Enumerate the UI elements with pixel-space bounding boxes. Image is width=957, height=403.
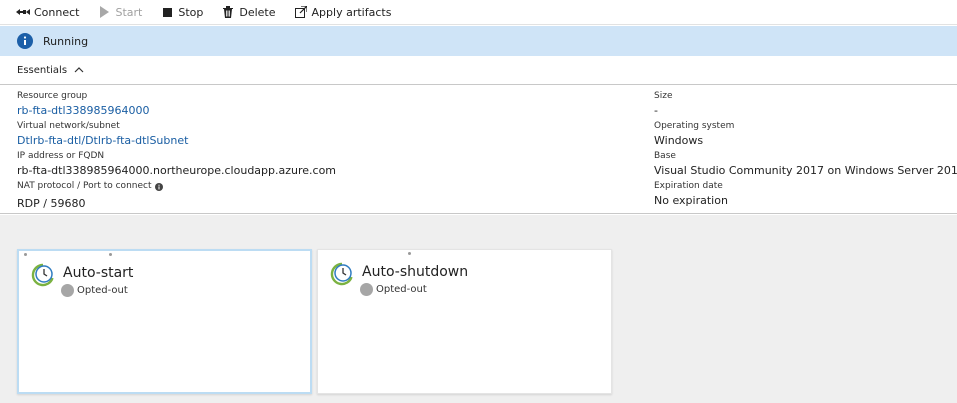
connect-icon	[16, 5, 30, 19]
trash-icon	[221, 5, 235, 19]
play-icon	[97, 5, 111, 19]
stop-icon	[160, 5, 174, 19]
field-key: Virtual network/subnet	[17, 121, 120, 131]
connect-button[interactable]: Connect	[16, 5, 79, 19]
status-text: Running	[43, 34, 89, 48]
base-field: Base Visual Studio Community 2017 on Win…	[654, 150, 957, 180]
nat-protocol-value: RDP / 59680	[17, 197, 86, 210]
expiration-value: No expiration	[654, 194, 728, 207]
status-dot-icon	[360, 283, 373, 296]
field-key: NAT protocol / Port to connect	[17, 180, 336, 193]
status-banner: Running	[0, 26, 957, 56]
resource-group-field: Resource group rb-fta-dtl338985964000	[17, 90, 336, 120]
tiles-area: Auto-start Opted-out Auto-shutdown Opted…	[0, 215, 957, 403]
tile-state: Opted-out	[61, 284, 128, 297]
tile-title: Auto-shutdown	[362, 264, 469, 280]
nat-protocol-field: NAT protocol / Port to connect RDP / 596…	[17, 180, 336, 210]
ip-address-field: IP address or FQDN rb-fta-dtl33898596400…	[17, 150, 336, 180]
virtual-network-field: Virtual network/subnet Dtlrb-fta-dtl/Dtl…	[17, 120, 336, 150]
delete-label: Delete	[239, 5, 276, 19]
drag-grip	[408, 252, 411, 255]
tile-title: Auto-start	[63, 265, 134, 281]
essentials-toggle[interactable]: Essentials	[0, 56, 957, 85]
apply-artifacts-button[interactable]: Apply artifacts	[294, 5, 392, 19]
auto-shutdown-tile[interactable]: Auto-shutdown Opted-out	[317, 249, 612, 394]
size-field: Size -	[654, 90, 957, 120]
base-value: Visual Studio Community 2017 on Windows …	[654, 164, 957, 177]
ip-address-value: rb-fta-dtl338985964000.northeurope.cloud…	[17, 164, 337, 177]
expiration-field: Expiration date No expiration	[654, 180, 957, 210]
field-key: Resource group	[17, 91, 88, 101]
start-button[interactable]: Start	[97, 5, 142, 19]
clock-icon	[31, 263, 54, 287]
field-key: Size	[654, 91, 673, 101]
auto-start-tile[interactable]: Auto-start Opted-out	[17, 249, 312, 394]
connect-label: Connect	[34, 5, 80, 19]
tile-state: Opted-out	[360, 283, 427, 296]
tile-state-label: Opted-out	[376, 284, 427, 295]
resource-group-link[interactable]: rb-fta-dtl338985964000	[17, 103, 336, 118]
field-key: Expiration date	[654, 181, 723, 191]
apply-artifacts-label: Apply artifacts	[311, 5, 392, 19]
size-value: -	[654, 104, 658, 117]
stop-button[interactable]: Stop	[160, 5, 203, 19]
info-icon	[17, 33, 33, 49]
virtual-network-link[interactable]: Dtlrb-fta-dtl/Dtlrb-fta-dtlSubnet	[17, 133, 336, 148]
essentials-panel: Resource group rb-fta-dtl338985964000 Vi…	[0, 86, 957, 214]
tile-state-label: Opted-out	[77, 285, 128, 296]
field-key: Operating system	[654, 121, 735, 131]
operating-system-value: Windows	[654, 134, 704, 147]
field-key: Base	[654, 151, 676, 161]
chevron-up-icon	[74, 67, 84, 73]
essentials-left-column: Resource group rb-fta-dtl338985964000 Vi…	[17, 90, 336, 210]
info-icon[interactable]	[154, 182, 163, 191]
nat-protocol-key: NAT protocol / Port to connect	[17, 181, 152, 191]
clock-icon	[330, 262, 353, 286]
stop-label: Stop	[178, 5, 204, 19]
start-label: Start	[115, 5, 143, 19]
essentials-label: Essentials	[17, 64, 68, 76]
command-bar: Connect Start Stop Delete Apply artifact…	[0, 0, 957, 25]
delete-button[interactable]: Delete	[221, 5, 276, 19]
drag-grip	[109, 253, 112, 256]
essentials-right-column: Size - Operating system Windows Base Vis…	[654, 90, 957, 210]
resize-grip	[24, 253, 27, 256]
operating-system-field: Operating system Windows	[654, 120, 957, 150]
field-key: IP address or FQDN	[17, 151, 105, 161]
artifact-icon	[294, 5, 308, 19]
status-dot-icon	[61, 284, 74, 297]
